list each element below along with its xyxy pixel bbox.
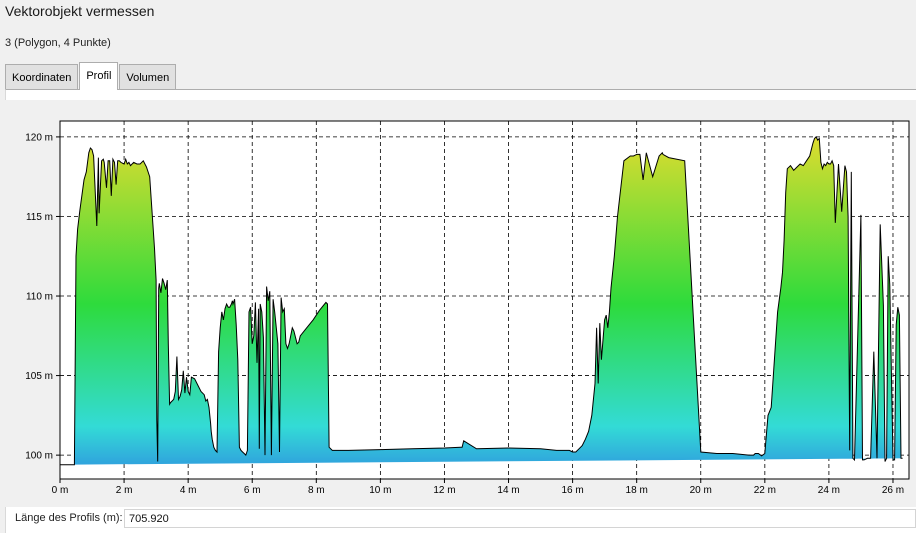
profile-length-field[interactable]: 705.920 — [124, 509, 916, 528]
window-title: Vektorobjekt vermessen — [5, 3, 155, 19]
x-tick-label: 18 m — [626, 485, 648, 496]
tab-koordinaten[interactable]: Koordinaten — [5, 64, 79, 90]
x-tick-label: 24 m — [818, 485, 840, 496]
x-tick-label: 14 m — [497, 485, 519, 496]
x-axis-ticks: 0 m 2 m 4 m 6 m 8 m 10 m 12 m 14 m 16 m 18 m 20 m 2… — [52, 479, 904, 496]
y-axis-ticks: 100 m 105 m 110 m 115 m 120 m — [25, 132, 60, 462]
tab-bar: Koordinaten Profil Volumen — [5, 62, 177, 90]
x-tick-label: 6 m — [244, 485, 261, 496]
x-tick-label: 12 m — [433, 485, 455, 496]
y-tick-label: 115 m — [26, 212, 53, 223]
profile-chart: 0 m 2 m 4 m 6 m 8 m 10 m 12 m 14 m 16 m 18 m 20 m 2… — [25, 120, 910, 496]
y-tick-label: 105 m — [25, 371, 53, 382]
x-tick-label: 22 m — [754, 485, 776, 496]
tab-profil[interactable]: Profil — [79, 62, 119, 90]
y-tick-label: 100 m — [25, 451, 53, 462]
x-tick-label: 16 m — [561, 485, 583, 496]
profile-chart-area: 0 m 2 m 4 m 6 m 8 m 10 m 12 m 14 m 16 m 18 m 20 m 2… — [5, 100, 916, 507]
profile-length-label: Länge des Profils (m): — [15, 512, 123, 524]
x-tick-label: 4 m — [180, 485, 197, 496]
x-tick-label: 20 m — [690, 485, 712, 496]
tab-volumen[interactable]: Volumen — [119, 64, 177, 90]
x-tick-label: 10 m — [369, 485, 391, 496]
x-tick-label: 2 m — [116, 485, 133, 496]
x-tick-label: 8 m — [308, 485, 325, 496]
y-tick-label: 120 m — [25, 132, 53, 143]
x-tick-label: 26 m — [882, 485, 904, 496]
x-tick-label: 0 m — [52, 485, 69, 496]
object-info: 3 (Polygon, 4 Punkte) — [5, 37, 111, 49]
y-tick-label: 110 m — [26, 292, 53, 303]
